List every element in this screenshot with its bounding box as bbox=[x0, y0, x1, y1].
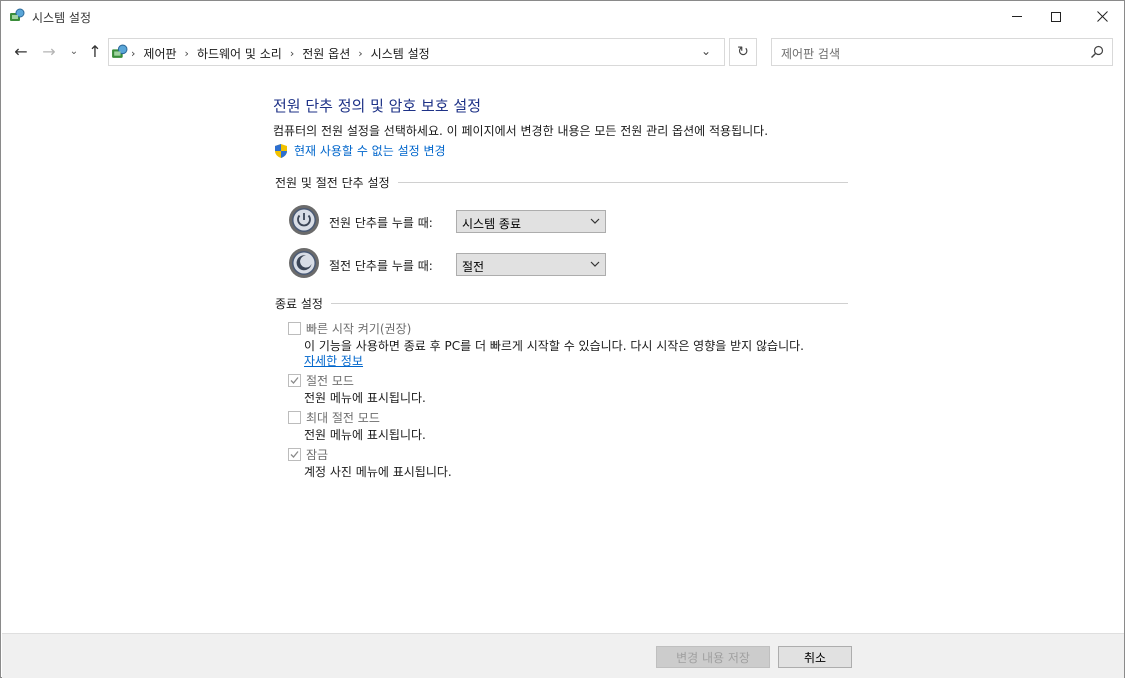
back-arrow-icon: ← bbox=[14, 41, 28, 61]
breadcrumb-separator-icon[interactable]: › bbox=[131, 47, 135, 60]
power-button-action-value: 시스템 종료 bbox=[462, 217, 522, 231]
forward-arrow-icon: → bbox=[42, 41, 56, 61]
hibernate-description: 전원 메뉴에 표시됩니다. bbox=[304, 428, 426, 442]
search-box[interactable]: 제어판 검색 bbox=[771, 38, 1113, 66]
breadcrumb-separator-icon[interactable]: › bbox=[290, 47, 294, 60]
refresh-button[interactable]: ↻ bbox=[729, 38, 757, 66]
sleep-mode-label: 절전 모드 bbox=[306, 374, 354, 388]
lock-option[interactable]: 잠금 bbox=[288, 446, 328, 463]
more-info-link-text[interactable]: 자세한 정보 bbox=[304, 354, 363, 368]
fast-startup-option[interactable]: 빠른 시작 켜기(권장) bbox=[288, 320, 411, 337]
fast-startup-checkbox[interactable] bbox=[288, 322, 301, 335]
chevron-down-icon bbox=[590, 261, 600, 267]
hibernate-option[interactable]: 최대 절전 모드 bbox=[288, 409, 380, 426]
maximize-button[interactable] bbox=[1033, 1, 1079, 32]
window-title: 시스템 설정 bbox=[32, 11, 92, 25]
system-settings-window: 시스템 설정 ← → ⌄ ↑ › 제어판 › 하드웨어 및 소리 › 전원 옵션… bbox=[0, 0, 1125, 678]
fast-startup-label: 빠른 시작 켜기(권장) bbox=[306, 322, 412, 336]
chevron-down-icon bbox=[590, 218, 600, 224]
section-divider bbox=[330, 303, 848, 304]
breadcrumb-control-panel[interactable]: 제어판 bbox=[143, 45, 176, 62]
section-divider bbox=[397, 182, 848, 183]
fast-startup-description: 이 기능을 사용하면 종료 후 PC를 더 빠르게 시작할 수 있습니다. 다시… bbox=[304, 339, 804, 353]
power-section-header: 전원 및 절전 단추 설정 bbox=[275, 176, 390, 190]
page-description: 컴퓨터의 전원 설정을 선택하세요. 이 페이지에서 변경한 내용은 모든 전원… bbox=[273, 124, 769, 138]
sleep-button-action-value: 절전 bbox=[462, 260, 485, 274]
close-icon bbox=[1096, 11, 1108, 22]
action-bar: 변경 내용 저장 취소 bbox=[2, 633, 1124, 678]
sleep-button-label: 절전 단추를 누를 때: bbox=[329, 259, 433, 273]
address-dropdown-icon[interactable]: ⌄ bbox=[701, 44, 711, 58]
lock-checkbox[interactable] bbox=[288, 448, 301, 461]
checkmark-icon bbox=[290, 451, 299, 458]
control-panel-icon bbox=[10, 8, 25, 21]
breadcrumb-power-options[interactable]: 전원 옵션 bbox=[302, 45, 350, 62]
breadcrumb-system-settings[interactable]: 시스템 설정 bbox=[371, 45, 430, 62]
sleep-mode-checkbox[interactable] bbox=[288, 374, 301, 387]
sleep-button-icon bbox=[289, 248, 319, 278]
more-info-link[interactable]: 자세한 정보 bbox=[304, 352, 363, 369]
breadcrumb-separator-icon[interactable]: › bbox=[185, 47, 189, 60]
power-button-row: 전원 단추를 누를 때: 시스템 종료 bbox=[288, 204, 608, 238]
lock-label: 잠금 bbox=[306, 448, 329, 462]
cancel-button[interactable]: 취소 bbox=[778, 646, 852, 668]
breadcrumb-separator-icon[interactable]: › bbox=[358, 47, 362, 60]
power-button-settings-group: 전원 및 절전 단추 설정 bbox=[275, 174, 848, 191]
title-bar: 시스템 설정 bbox=[1, 1, 1124, 32]
recent-locations-button[interactable]: ⌄ bbox=[64, 41, 84, 61]
power-button-action-select[interactable]: 시스템 종료 bbox=[456, 210, 606, 233]
power-button-icon bbox=[289, 205, 319, 235]
hibernate-label: 최대 절전 모드 bbox=[306, 411, 380, 425]
navigation-bar: ← → ⌄ ↑ › 제어판 › 하드웨어 및 소리 › 전원 옵션 › 시스템 … bbox=[1, 33, 1124, 71]
sleep-mode-description: 전원 메뉴에 표시됩니다. bbox=[304, 391, 426, 405]
up-button[interactable]: ↑ bbox=[85, 41, 105, 61]
checkmark-icon bbox=[290, 377, 299, 384]
back-button[interactable]: ← bbox=[11, 41, 31, 61]
breadcrumb: › 제어판 › 하드웨어 및 소리 › 전원 옵션 › 시스템 설정 bbox=[131, 45, 430, 62]
up-arrow-icon: ↑ bbox=[88, 41, 102, 61]
address-bar[interactable]: › 제어판 › 하드웨어 및 소리 › 전원 옵션 › 시스템 설정 ⌄ bbox=[108, 38, 725, 66]
hibernate-checkbox[interactable] bbox=[288, 411, 301, 424]
search-icon[interactable] bbox=[1090, 45, 1104, 59]
shutdown-settings-group: 종료 설정 bbox=[275, 295, 848, 312]
save-changes-button[interactable]: 변경 내용 저장 bbox=[656, 646, 770, 668]
uac-shield-icon bbox=[275, 143, 287, 158]
change-link-text[interactable]: 현재 사용할 수 없는 설정 변경 bbox=[294, 142, 446, 159]
page-title: 전원 단추 정의 및 암호 보호 설정 bbox=[273, 97, 482, 115]
refresh-icon: ↻ bbox=[737, 44, 749, 60]
lock-description: 계정 사진 메뉴에 표시됩니다. bbox=[304, 465, 452, 479]
change-unavailable-settings-link[interactable]: 현재 사용할 수 없는 설정 변경 bbox=[273, 142, 446, 159]
shutdown-section-header: 종료 설정 bbox=[275, 297, 323, 311]
search-input[interactable]: 제어판 검색 bbox=[781, 45, 840, 62]
sleep-mode-option[interactable]: 절전 모드 bbox=[288, 372, 354, 389]
maximize-icon bbox=[1051, 11, 1061, 22]
breadcrumb-hardware-sound[interactable]: 하드웨어 및 소리 bbox=[197, 45, 282, 62]
forward-button[interactable]: → bbox=[39, 41, 59, 61]
chevron-down-icon: ⌄ bbox=[69, 45, 79, 57]
close-button[interactable] bbox=[1079, 1, 1125, 32]
sleep-button-row: 절전 단추를 누를 때: 절전 bbox=[288, 247, 608, 281]
sleep-button-action-select[interactable]: 절전 bbox=[456, 253, 606, 276]
power-button-label: 전원 단추를 누를 때: bbox=[329, 216, 433, 230]
control-panel-icon bbox=[112, 44, 128, 58]
minimize-icon bbox=[1012, 16, 1022, 17]
